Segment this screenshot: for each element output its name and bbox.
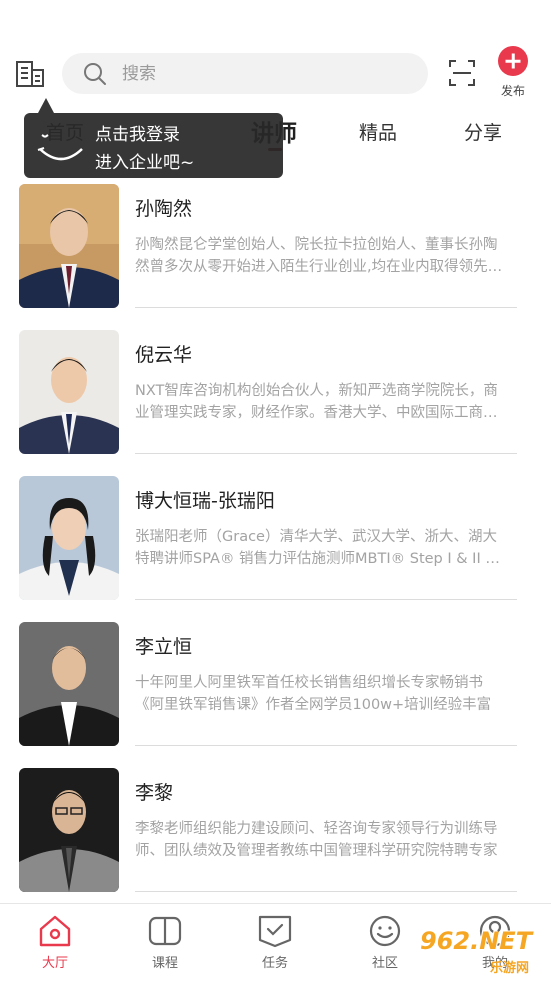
lecturer-photo bbox=[19, 622, 119, 746]
watermark-logo: 962.NET 乐游网 bbox=[412, 925, 548, 977]
lecturer-photo bbox=[19, 330, 119, 454]
lecturer-desc: 十年阿里人阿里铁军首任校长销售组织增长专家畅销书《阿里铁军销售课》作者全网学员1… bbox=[135, 675, 492, 713]
nav-community[interactable]: 社区 bbox=[355, 914, 415, 971]
lecturer-desc: 孙陶然昆仑学堂创始人、院长拉卡拉创始人、董事长孙陶然曾多次从零开始进入陌生行业创… bbox=[135, 237, 503, 275]
divider bbox=[135, 307, 517, 308]
task-check-icon bbox=[258, 915, 292, 948]
divider bbox=[135, 453, 517, 454]
plus-icon bbox=[498, 46, 528, 76]
lecturer-name: 李黎 bbox=[135, 782, 174, 804]
lecturer-photo bbox=[19, 768, 119, 892]
search-icon bbox=[84, 63, 106, 85]
search-input[interactable] bbox=[122, 53, 412, 94]
login-tooltip[interactable]: 点击我登录 进入企业吧~ bbox=[24, 113, 283, 178]
tab-share[interactable]: 分享 bbox=[464, 118, 502, 145]
enterprise-building-icon[interactable] bbox=[14, 58, 46, 90]
home-icon bbox=[39, 915, 71, 947]
list-item[interactable]: 李黎 李黎老师组织能力建设顾问、轻咨询专家领导行为训练导师、团队绩效及管理者教练… bbox=[0, 768, 551, 914]
list-item[interactable]: 倪云华 NXT智库咨询机构创始合伙人，新知严选商学院院长，商业管理实践专家，财经… bbox=[0, 330, 551, 476]
tooltip-title: 点击我登录 bbox=[95, 125, 180, 145]
nav-courses[interactable]: 课程 bbox=[135, 914, 195, 971]
nav-tasks[interactable]: 任务 bbox=[245, 914, 305, 971]
lecturer-name: 倪云华 bbox=[135, 344, 193, 366]
book-icon bbox=[148, 916, 182, 946]
nav-hall-label: 大厅 bbox=[41, 956, 68, 971]
lecturer-desc: 张瑞阳老师（Grace）清华大学、武汉大学、浙大、湖大特聘讲师SPA® 销售力评… bbox=[135, 529, 500, 567]
search-bar[interactable] bbox=[62, 53, 428, 94]
divider bbox=[135, 745, 517, 746]
lecturer-photo bbox=[19, 184, 119, 308]
smile-face-icon bbox=[37, 134, 83, 161]
watermark-text: 962.NET bbox=[420, 927, 533, 955]
community-smile-icon bbox=[369, 915, 401, 947]
list-item[interactable]: 博大恒瑞-张瑞阳 张瑞阳老师（Grace）清华大学、武汉大学、浙大、湖大特聘讲师… bbox=[0, 476, 551, 622]
publish-button[interactable]: 发布 bbox=[494, 46, 532, 102]
lecturer-name: 李立恒 bbox=[135, 636, 193, 658]
lecturer-desc: NXT智库咨询机构创始合伙人，新知严选商学院院长，商业管理实践专家，财经作家。香… bbox=[135, 383, 498, 421]
watermark-subtext: 乐游网 bbox=[490, 961, 530, 976]
list-item[interactable]: 孙陶然 孙陶然昆仑学堂创始人、院长拉卡拉创始人、董事长孙陶然曾多次从零开始进入陌… bbox=[0, 184, 551, 330]
list-item[interactable]: 李立恒 十年阿里人阿里铁军首任校长销售组织增长专家畅销书《阿里铁军销售课》作者全… bbox=[0, 622, 551, 768]
lecturer-desc: 李黎老师组织能力建设顾问、轻咨询专家领导行为训练导师、团队绩效及管理者教练中国管… bbox=[135, 821, 498, 859]
scan-icon[interactable] bbox=[447, 58, 477, 88]
divider bbox=[135, 599, 517, 600]
publish-label: 发布 bbox=[500, 84, 525, 98]
nav-community-label: 社区 bbox=[371, 956, 398, 971]
lecturer-name: 博大恒瑞-张瑞阳 bbox=[135, 490, 275, 512]
top-bar: 发布 bbox=[0, 0, 551, 110]
lecturer-photo bbox=[19, 476, 119, 600]
nav-hall[interactable]: 大厅 bbox=[25, 914, 85, 971]
nav-tasks-label: 任务 bbox=[261, 956, 288, 971]
lecturer-name: 孙陶然 bbox=[135, 198, 193, 220]
tooltip-subtitle: 进入企业吧~ bbox=[95, 153, 195, 173]
tooltip-arrow bbox=[38, 98, 54, 113]
divider bbox=[135, 891, 517, 892]
tab-featured[interactable]: 精品 bbox=[359, 118, 397, 145]
nav-courses-label: 课程 bbox=[151, 956, 178, 971]
